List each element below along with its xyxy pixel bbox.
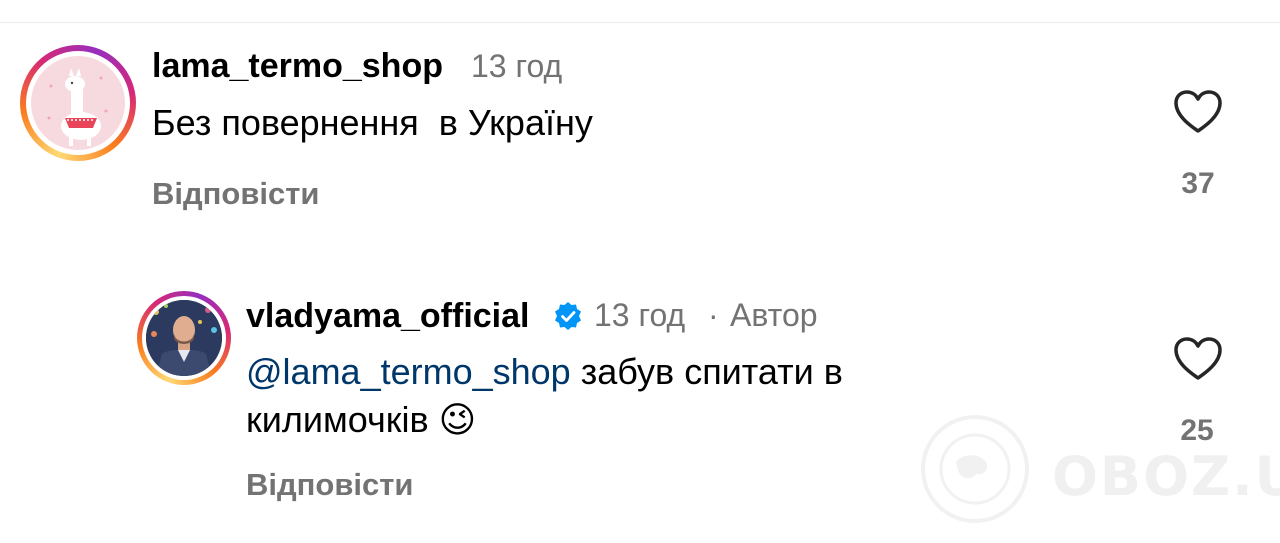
comment-username[interactable]: vladyama_official (246, 297, 529, 336)
heart-icon[interactable] (1172, 89, 1224, 135)
winking-face-emoji: 😉 (438, 400, 477, 441)
comment-text-line-2: килимочків 😉 (246, 399, 477, 441)
comment-timestamp: 13 год (594, 297, 686, 333)
top-divider (0, 22, 1280, 23)
comment-timestamp: 13 год (471, 48, 563, 84)
verified-badge-icon (553, 301, 583, 331)
comment-text: Без повернення в Україну (152, 102, 593, 143)
mention-link[interactable]: @lama_termo_shop (246, 351, 571, 392)
watermark-text: OBOZ.UA (1052, 445, 1280, 508)
reply-button[interactable]: Відповісти (246, 467, 414, 503)
llama-avatar-icon[interactable] (31, 56, 125, 150)
comment-username[interactable]: lama_termo_shop (152, 47, 443, 86)
like-count: 37 (1181, 167, 1215, 200)
comment-text-line-1: @lama_termo_shop забув спитати в (246, 351, 843, 392)
user-avatar[interactable] (146, 300, 222, 376)
reply-button[interactable]: Відповісти (152, 176, 320, 212)
author-badge: Автор (730, 297, 818, 333)
heart-icon[interactable] (1172, 336, 1224, 382)
meta-separator: · (708, 297, 719, 333)
